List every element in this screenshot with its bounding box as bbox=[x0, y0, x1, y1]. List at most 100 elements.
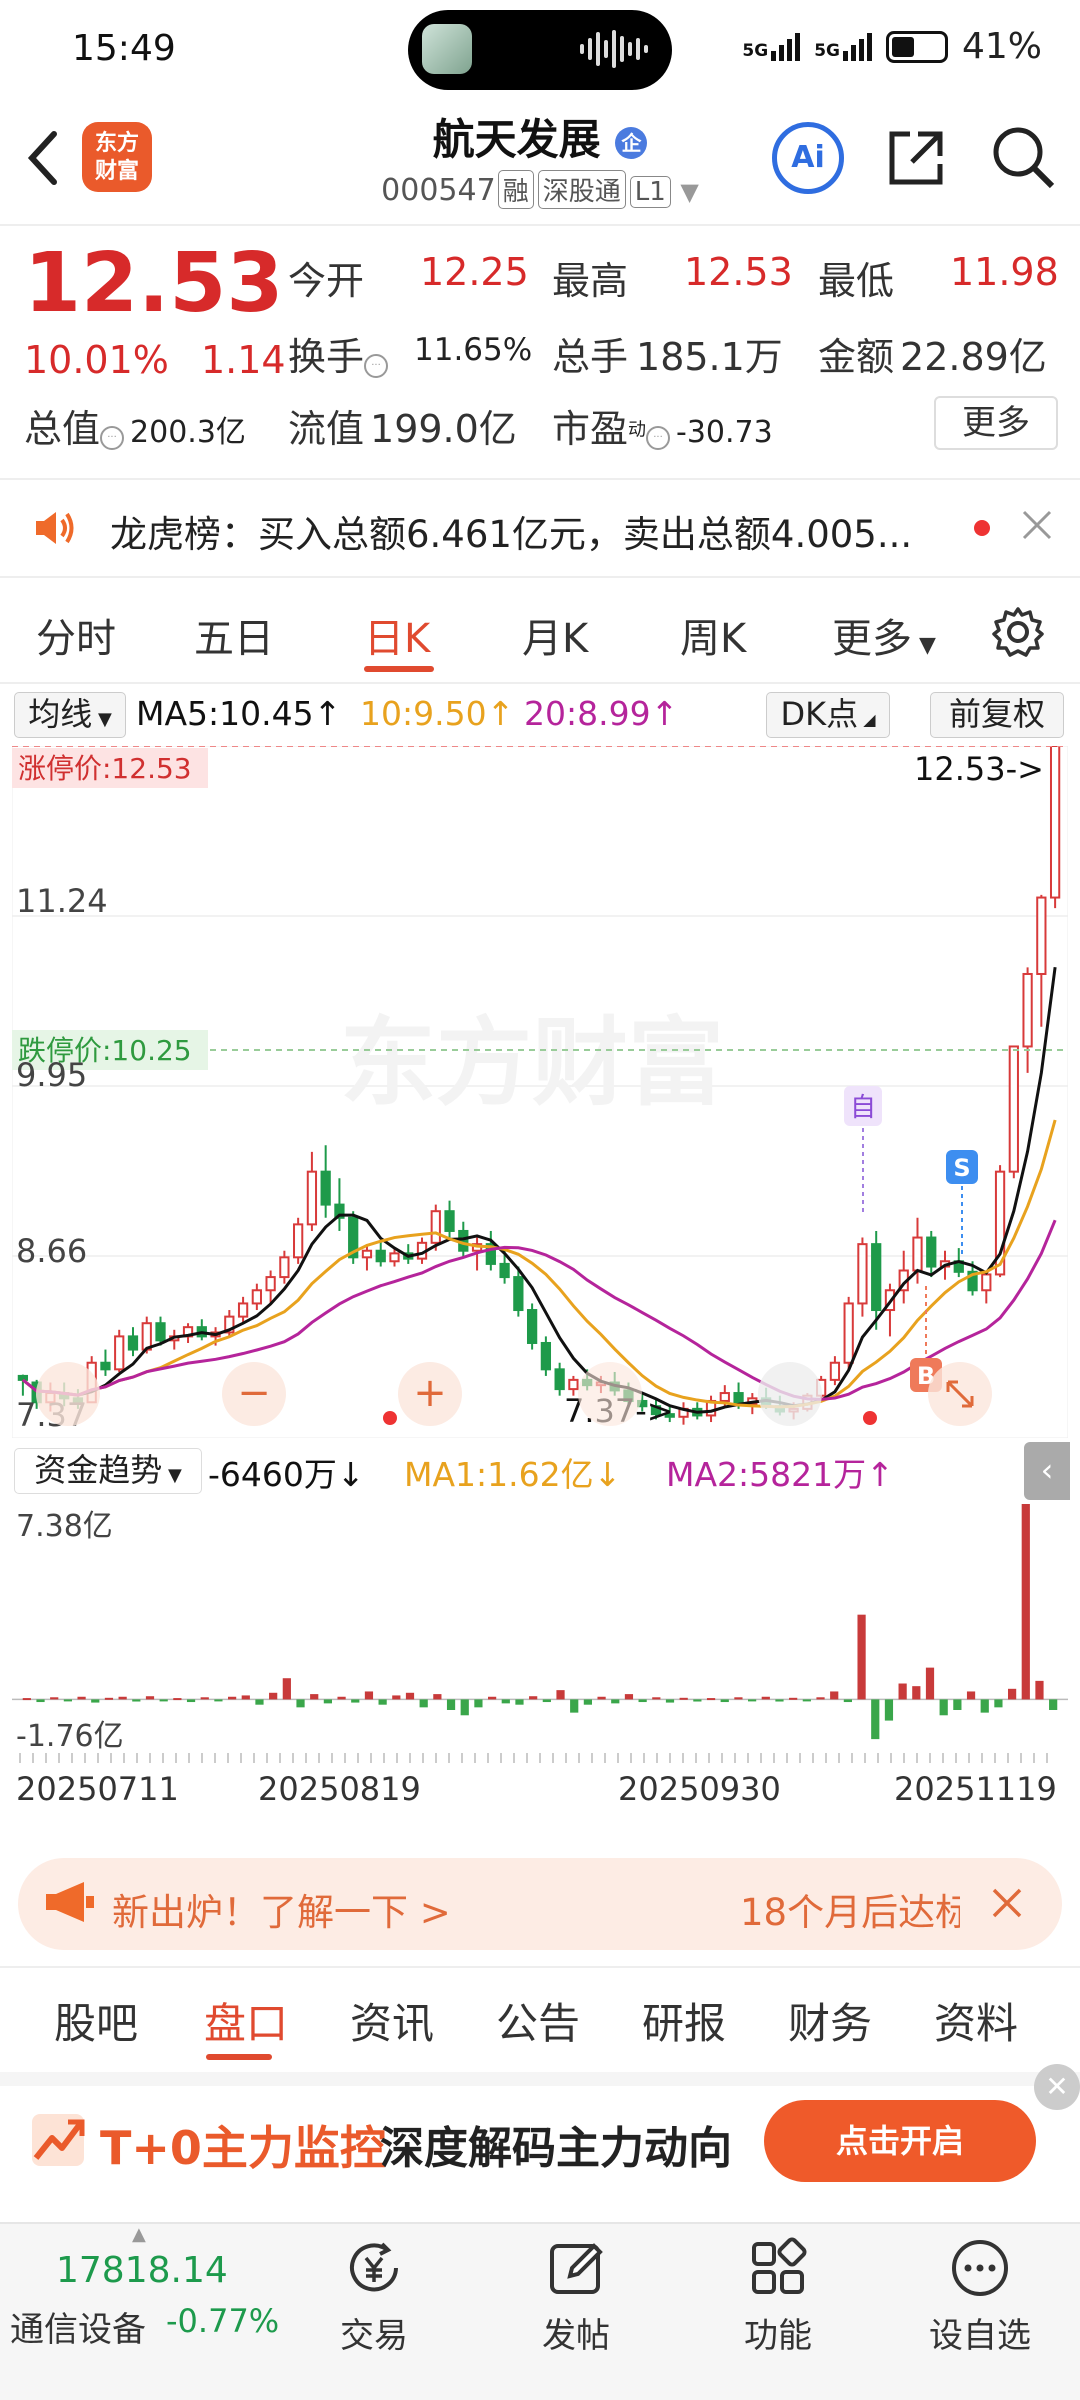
date-label: 20250711 bbox=[16, 1770, 179, 1808]
tab-intraday[interactable]: 分时 bbox=[36, 606, 116, 664]
fund-bar bbox=[871, 1699, 880, 1740]
fund-trend-selector[interactable]: 资金趋势 ▼ bbox=[14, 1448, 202, 1494]
tab-order-book[interactable]: 盘口 bbox=[204, 1990, 288, 2051]
candle bbox=[1036, 896, 1047, 975]
expand-up-icon[interactable]: ▲ bbox=[132, 2224, 146, 2245]
ma10-value: 10:9.50↑ bbox=[360, 694, 515, 733]
price-pointer: 12.53-> bbox=[914, 750, 1044, 788]
fund-bar bbox=[775, 1699, 784, 1702]
ad-open-button[interactable]: 点击开启 bbox=[764, 2100, 1036, 2182]
fund-bar bbox=[337, 1696, 346, 1700]
megaphone-icon bbox=[46, 1882, 94, 1922]
candle bbox=[981, 1273, 992, 1292]
fund-bar bbox=[241, 1695, 250, 1700]
tab-five-day[interactable]: 五日 bbox=[194, 606, 274, 664]
status-icons: 5G 5G 41% bbox=[742, 26, 1042, 67]
tab-daily-k[interactable]: 日K bbox=[364, 606, 430, 664]
fund-bar bbox=[706, 1698, 716, 1701]
gear-icon[interactable] bbox=[992, 606, 1044, 658]
candle bbox=[871, 1243, 882, 1312]
sector-name[interactable]: 通信设备 bbox=[10, 2302, 146, 2351]
candle bbox=[265, 1276, 276, 1292]
candle bbox=[100, 1361, 111, 1371]
tab-forum[interactable]: 股吧 bbox=[54, 1990, 138, 2051]
tab-news[interactable]: 资讯 bbox=[350, 1990, 434, 2051]
info-icon[interactable]: ··· bbox=[364, 353, 389, 378]
fund-bar bbox=[255, 1699, 264, 1705]
candle bbox=[912, 1236, 923, 1272]
fund-bar bbox=[966, 1691, 976, 1700]
fund-bar bbox=[22, 1698, 31, 1701]
tab-monthly-k[interactable]: 月K bbox=[522, 606, 588, 664]
fund-bar bbox=[1049, 1699, 1058, 1710]
high-value: 12.53 bbox=[684, 250, 793, 294]
edit-icon bbox=[550, 2243, 603, 2294]
fund-bar bbox=[460, 1699, 469, 1716]
fund-bar bbox=[296, 1699, 305, 1708]
tab-underline bbox=[364, 666, 434, 672]
low-value: 11.98 bbox=[950, 250, 1059, 294]
close-icon[interactable] bbox=[990, 1886, 1024, 1920]
notice-text[interactable]: 龙虎榜：买入总额6.461亿元，卖出总额4.005... bbox=[110, 504, 912, 558]
fund-bar bbox=[843, 1699, 852, 1703]
fund-bar bbox=[173, 1698, 182, 1701]
nav-post[interactable]: 发帖 bbox=[516, 2236, 636, 2357]
fund-bar bbox=[36, 1699, 45, 1703]
battery-level: 41% bbox=[961, 26, 1042, 67]
fund-bar bbox=[994, 1699, 1003, 1708]
tab-weekly-k[interactable]: 周K bbox=[680, 606, 746, 664]
nav-trade-label: 交易 bbox=[340, 2316, 408, 2356]
nav-functions[interactable]: 功能 bbox=[718, 2236, 838, 2357]
ma-selector[interactable]: 均线 ▼ bbox=[14, 692, 126, 738]
fund-bar bbox=[857, 1614, 866, 1700]
ai-assistant-icon[interactable]: Ai bbox=[772, 122, 844, 194]
dropdown-icon[interactable]: ▼ bbox=[673, 178, 698, 206]
candlestick-chart[interactable]: 东方财富 涨停价:12.53 跌停价:10.25 11.24 9.95 8.66… bbox=[12, 746, 1068, 1438]
nav-functions-label: 功能 bbox=[744, 2316, 812, 2356]
dk-point-button[interactable]: DK点 ◢ bbox=[766, 692, 890, 738]
sector-index-value[interactable]: 17818.14 bbox=[56, 2250, 228, 2291]
tab-research[interactable]: 研报 bbox=[642, 1990, 726, 2051]
self-marker-label: 自 bbox=[850, 1093, 876, 1123]
date-label: 20250819 bbox=[258, 1770, 421, 1808]
fund-bar bbox=[200, 1697, 209, 1700]
collapse-arrow-icon[interactable]: ‹ bbox=[1024, 1442, 1070, 1500]
fund-bar bbox=[419, 1699, 428, 1708]
nav-add-watchlist[interactable]: 设自选 bbox=[920, 2236, 1040, 2357]
candle bbox=[389, 1252, 400, 1263]
adjust-button[interactable]: 前复权 bbox=[930, 692, 1064, 738]
low-label: 最低 bbox=[818, 259, 895, 303]
candle bbox=[719, 1392, 730, 1402]
tab-underline bbox=[206, 2054, 272, 2060]
stock-code: 000547 bbox=[381, 173, 496, 208]
close-icon[interactable]: ✕ bbox=[1034, 2064, 1080, 2110]
fund-bar-chart[interactable]: 7.38亿 -1.76亿 bbox=[12, 1500, 1068, 1750]
fund-bar bbox=[679, 1697, 688, 1700]
fund-bar bbox=[802, 1699, 811, 1702]
tab-profile[interactable]: 资料 bbox=[934, 1990, 1018, 2051]
nav-trade[interactable]: 交易 bbox=[314, 2236, 434, 2357]
tab-finance[interactable]: 财务 bbox=[788, 1990, 872, 2051]
fund-bar bbox=[884, 1699, 894, 1721]
pan-left-button[interactable] bbox=[578, 1362, 642, 1426]
info-icon[interactable]: ··· bbox=[100, 425, 125, 450]
info-icon[interactable]: ··· bbox=[646, 425, 671, 450]
candle bbox=[513, 1276, 524, 1312]
share-icon[interactable] bbox=[884, 126, 948, 190]
zoom-reset-button[interactable] bbox=[36, 1362, 100, 1426]
fund-bar bbox=[323, 1699, 332, 1704]
pan-right-button[interactable] bbox=[758, 1362, 822, 1426]
island-avatar bbox=[422, 24, 472, 74]
fund-bar bbox=[145, 1696, 155, 1700]
search-icon[interactable] bbox=[990, 124, 1056, 190]
tab-more[interactable]: 更多 ▼ bbox=[832, 606, 936, 664]
close-icon[interactable] bbox=[1020, 508, 1054, 542]
ad-title: T+0主力监控 bbox=[100, 2121, 386, 2175]
promo-title[interactable]: 新出炉！了解一下 > bbox=[112, 1882, 451, 1936]
tab-announcements[interactable]: 公告 bbox=[496, 1990, 580, 2051]
pe-row: 市盈动 ··· -30.73 bbox=[552, 407, 773, 451]
more-quote-button[interactable]: 更多 bbox=[934, 396, 1058, 450]
amount-row: 金额 22.89亿 bbox=[818, 335, 1047, 379]
float-row: 流值 199.0亿 bbox=[288, 407, 517, 451]
grid-icon bbox=[752, 2237, 807, 2294]
